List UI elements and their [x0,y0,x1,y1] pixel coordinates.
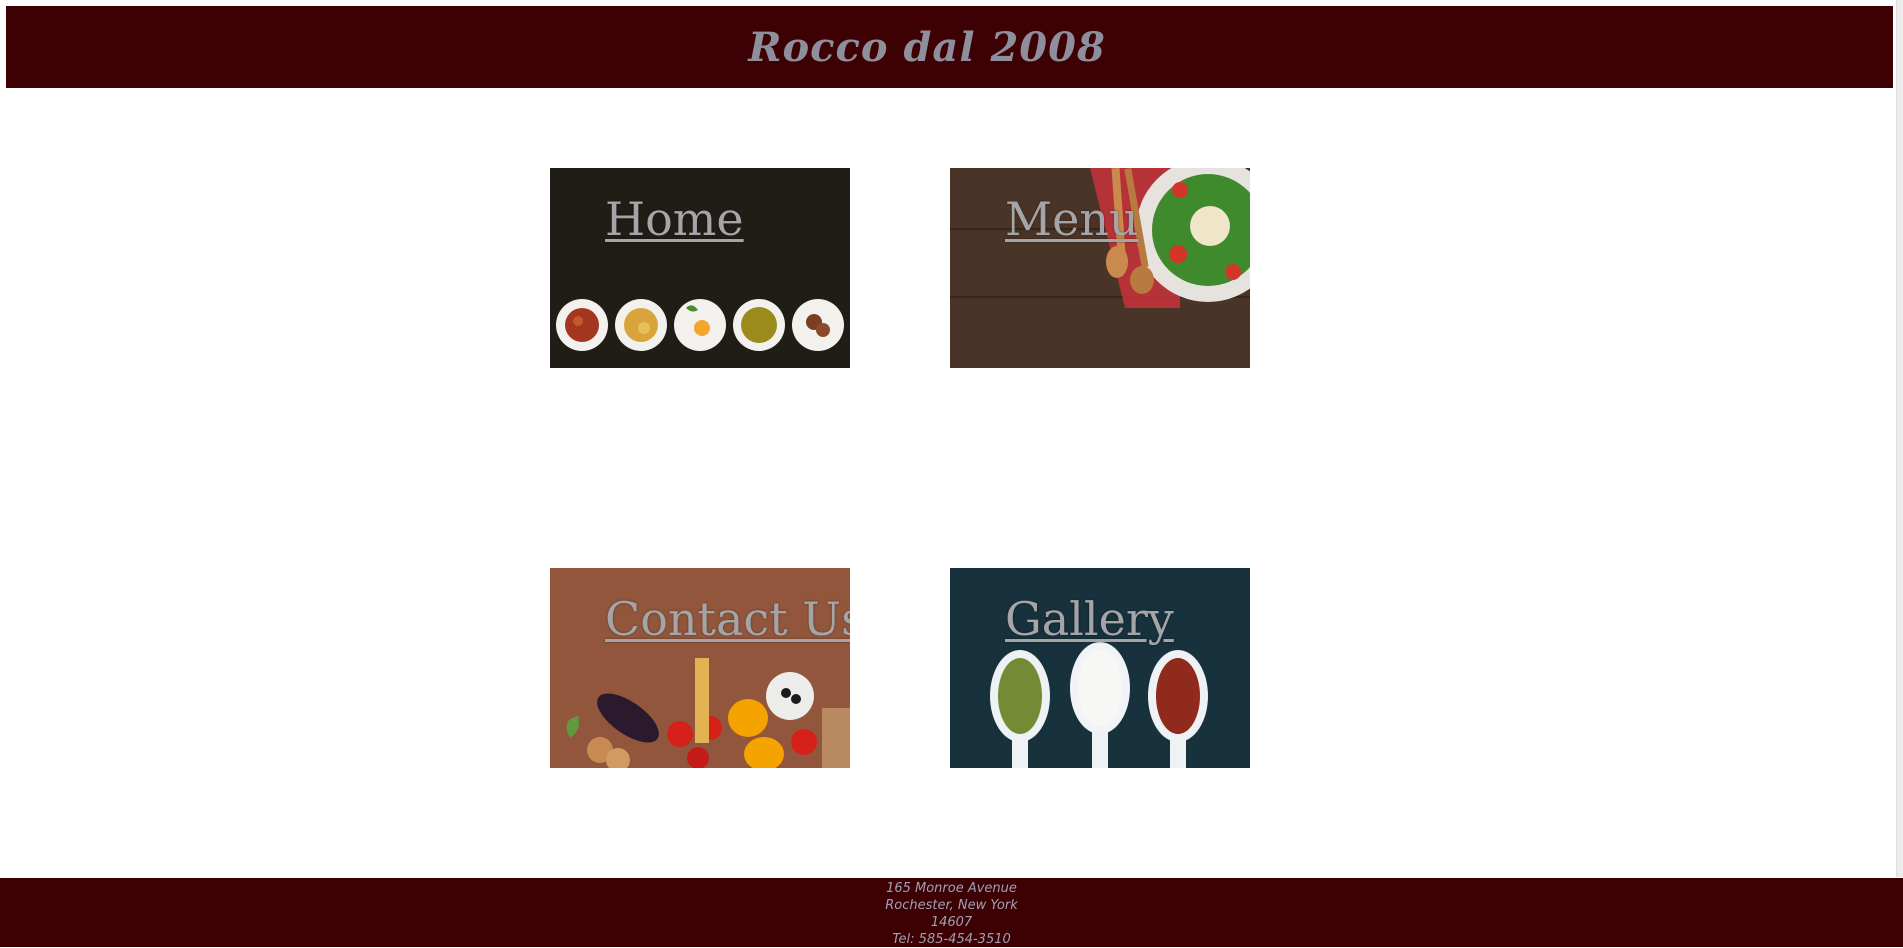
tile-label-contact-us[interactable]: Contact Us [605,592,850,646]
tile-label-gallery[interactable]: Gallery [1005,592,1174,646]
nav-tile-contact-us[interactable]: Contact Us [550,568,850,768]
footer-zip: 14607 [930,915,973,930]
nav-tile-gallery[interactable]: Gallery [950,568,1250,768]
footer-address-line2: Rochester, New York [885,898,1018,913]
bowl-2 [615,299,667,351]
nav-tile-home[interactable]: Home [550,168,850,368]
bowl-5 [792,299,844,351]
site-footer: 165 Monroe Avenue Rochester, New York 14… [0,878,1903,947]
nav-tile-menu[interactable]: Menu [950,168,1250,368]
site-header: Rocco dal 2008 [6,6,1893,88]
bowl-4 [733,299,785,351]
bowl-3 [674,299,726,351]
tile-label-home[interactable]: Home [605,192,744,246]
footer-address-line1: 165 Monroe Avenue [886,881,1017,896]
site-title: Rocco dal 2008 [748,23,1106,71]
tile-label-menu[interactable]: Menu [1005,192,1139,246]
bowl-1 [556,299,608,351]
footer-phone: Tel: 585-454-3510 [892,932,1011,947]
scrollbar[interactable] [1896,0,1903,877]
